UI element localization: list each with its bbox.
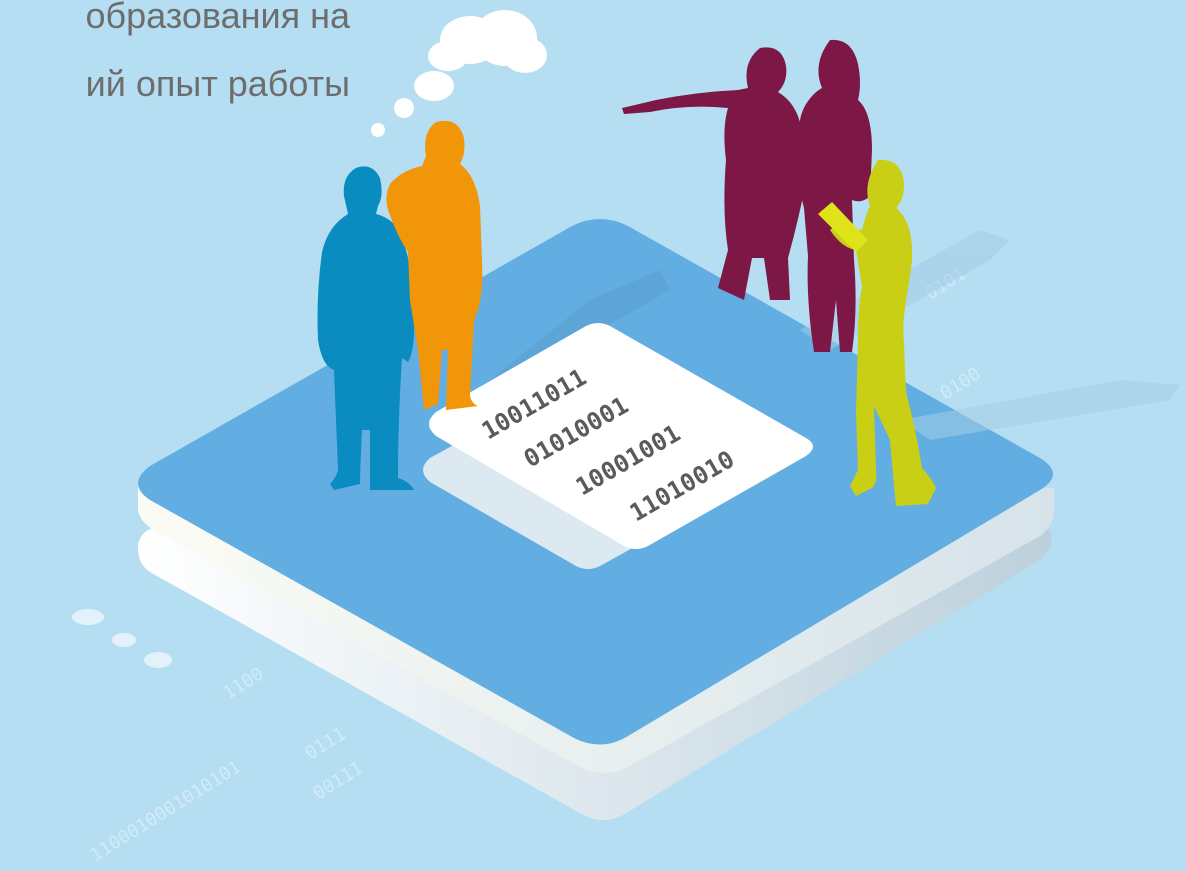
bg-binary-1: 1100 xyxy=(220,663,268,704)
illustration: 1100 0111 00111 1100010001010101 0101 01… xyxy=(72,10,1180,867)
bg-binary-2: 0111 xyxy=(302,723,350,764)
bg-binary-6: 0100 xyxy=(937,363,985,404)
thought-cloud-icon xyxy=(371,10,547,137)
bg-binary-4: 1100010001010101 xyxy=(87,757,245,867)
bg-binary-3: 00111 xyxy=(310,758,367,805)
background-dots xyxy=(72,609,172,668)
